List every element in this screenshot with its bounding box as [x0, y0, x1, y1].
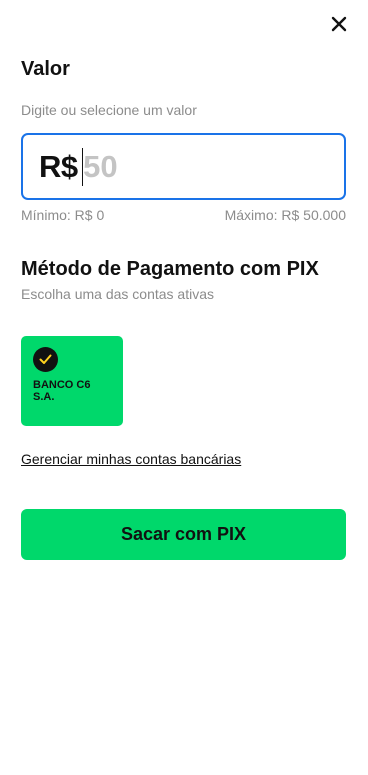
currency-symbol: R$: [39, 148, 78, 184]
close-icon: [331, 16, 347, 32]
bank-account-card[interactable]: BANCO C6 S.A.: [21, 336, 123, 426]
payment-method-subtitle: Escolha uma das contas ativas: [21, 286, 214, 302]
bank-name: BANCO C6 S.A.: [33, 379, 91, 403]
close-button[interactable]: [326, 12, 352, 36]
amount-hint: Digite ou selecione um valor: [21, 102, 197, 118]
check-icon: [33, 347, 58, 372]
amount-field[interactable]: R$: [21, 133, 346, 200]
amount-input[interactable]: [83, 148, 314, 185]
withdraw-pix-button[interactable]: Sacar com PIX: [21, 509, 346, 560]
min-limit-label: Mínimo: R$ 0: [21, 207, 105, 223]
payment-method-title: Método de Pagamento com PIX: [21, 258, 319, 280]
manage-accounts-link[interactable]: Gerenciar minhas contas bancárias: [21, 451, 241, 467]
amount-title: Valor: [21, 58, 70, 80]
max-limit-label: Máximo: R$ 50.000: [224, 207, 346, 223]
